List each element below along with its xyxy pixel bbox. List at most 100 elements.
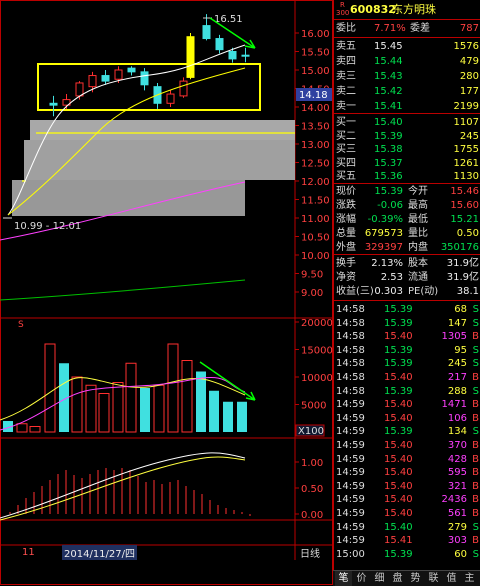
weibi-value: 7.71% — [374, 23, 406, 34]
price-axis-label: 9.50 — [301, 270, 323, 281]
stat-value: -0.39% — [367, 214, 403, 225]
stat-value: 350176 — [440, 242, 479, 253]
stat-label: 今开 — [408, 186, 428, 197]
price-axis-label: 13.00 — [301, 140, 330, 151]
price-axis-label: 11.50 — [301, 196, 330, 207]
ask-volume: 177 — [459, 86, 479, 97]
current-price-tag: 14.18 — [299, 90, 328, 101]
bid-price: 15.36 — [374, 171, 403, 182]
tab-3[interactable]: 盘 — [389, 571, 406, 586]
volume-bar — [16, 423, 28, 433]
stat-label: 股本 — [408, 258, 428, 269]
price-axis-label: 9.00 — [301, 288, 323, 299]
stat-value: 31.9亿 — [446, 258, 479, 269]
stat-value: 15.46 — [450, 186, 479, 197]
volume-bar — [71, 376, 83, 433]
price-axis-label: 12.00 — [301, 177, 330, 188]
chip-block — [30, 120, 295, 140]
date-label: 2014/11/27/四 — [62, 545, 138, 560]
day-label: 11 — [22, 547, 35, 558]
stat2-row: 换手 2.13% 股本 31.9亿 — [334, 256, 480, 271]
stat-value: 0.50 — [456, 228, 479, 239]
tab-1[interactable]: 价 — [353, 571, 370, 586]
quote-panel: R 300 600832 东方明珠 委比 7.71% 委差 787 卖五 15.4… — [333, 0, 480, 570]
tab-4[interactable]: 势 — [407, 571, 424, 586]
date-bar: 11 2014/11/27/四 日线 — [0, 545, 333, 560]
consolidation-box — [37, 63, 261, 111]
volume-axis-label: 10000 — [301, 373, 333, 384]
price-axis-label: 15.00 — [301, 66, 330, 77]
volume-bar — [237, 401, 247, 432]
price-axis-label: 10.00 — [301, 251, 330, 262]
stat2-row: 收益(三) 0.303 PE(动) 38.1 — [334, 284, 480, 299]
kline-chart[interactable]: 16.0015.5015.0014.5014.0013.5013.0012.50… — [0, 0, 333, 585]
stat-value: 15.60 — [450, 200, 479, 211]
stat-label: 总量 — [336, 228, 356, 239]
tab-7[interactable]: 主 — [461, 571, 478, 586]
tick-time: 15:00 — [336, 548, 365, 560]
volume-bar — [85, 384, 97, 433]
tab-0[interactable]: 笔 — [335, 571, 352, 586]
volume-bar — [209, 390, 219, 432]
ma60-line — [0, 279, 246, 301]
badge-bottom: 300 — [336, 9, 350, 17]
ask-label: 卖四 — [336, 56, 356, 67]
volume-axis-label: 15000 — [301, 346, 333, 357]
tab-5[interactable]: 联 — [425, 571, 442, 586]
price-axis-label: 10.50 — [301, 233, 330, 244]
ask-row: 卖二 15.42 177 — [334, 84, 480, 99]
stat-value: 679573 — [364, 228, 403, 239]
price-axis-label: 14.00 — [301, 103, 330, 114]
stat-value: 38.1 — [456, 286, 479, 297]
candle-body — [49, 102, 58, 106]
chip-block — [24, 140, 295, 180]
macd-axis-label: 0.50 — [301, 484, 323, 495]
bid-label: 买五 — [336, 171, 356, 182]
stat-row: 总量 679573 量比 0.50 — [334, 226, 480, 241]
weicha-label: 委差 — [410, 23, 430, 34]
macd-axis-label: 0.00 — [301, 510, 323, 521]
volume-bar — [153, 384, 165, 433]
bid-volume: 1130 — [453, 171, 479, 182]
price-axis-label: 16.00 — [301, 29, 330, 40]
candle-body — [179, 80, 188, 97]
stock-badge: R 300 — [336, 1, 349, 17]
candle-body — [114, 69, 123, 80]
ask-price: 15.42 — [374, 86, 403, 97]
stat-label: 净资 — [336, 272, 356, 283]
stat-row: 涨幅 -0.39% 最低 15.21 — [334, 212, 480, 227]
stat-value: 329397 — [364, 242, 403, 253]
ask-row: 卖五 15.45 1576 — [334, 39, 480, 54]
ask-volume: 479 — [459, 56, 479, 67]
stat-label: 流通 — [408, 272, 428, 283]
volume-bar — [29, 426, 41, 433]
tab-2[interactable]: 细 — [371, 571, 388, 586]
ask-row: 卖三 15.43 280 — [334, 69, 480, 84]
volume-bar — [223, 401, 233, 432]
stat-label: 最低 — [408, 214, 428, 225]
weibi-label: 委比 — [336, 23, 356, 34]
volume-axis-label: 20000 — [301, 318, 333, 329]
candle-body — [88, 75, 97, 88]
stat-label: 涨幅 — [336, 214, 356, 225]
volume-bar — [196, 371, 206, 432]
stat-label: 最高 — [408, 200, 428, 211]
stat-label: 量比 — [408, 228, 428, 239]
range-label: 10.99 - 12.01 — [14, 221, 81, 232]
volume-bar — [167, 343, 179, 433]
stock-code: 600832 — [350, 3, 396, 16]
tab-6[interactable]: 值 — [443, 571, 460, 586]
bottom-tabs: 笔价细盘势联值主 — [333, 570, 480, 586]
tick-row[interactable]: 15:00 15.39 60 S — [334, 547, 480, 562]
ask-price: 15.44 — [374, 56, 403, 67]
stat-value: 2.53 — [380, 272, 403, 283]
stat-value: 15.39 — [374, 186, 403, 197]
volume-axis-label: 5000 — [301, 401, 326, 412]
volume-bar — [181, 360, 193, 433]
stat-value: -0.06 — [377, 200, 403, 211]
candle-body — [202, 25, 211, 40]
stat-row: 涨跌 -0.06 最高 15.60 — [334, 198, 480, 213]
period-label[interactable]: 日线 — [300, 545, 320, 560]
chart-area[interactable]: 16.0015.5015.0014.5014.0013.5013.0012.50… — [0, 0, 333, 585]
volume-arrow — [199, 361, 256, 401]
